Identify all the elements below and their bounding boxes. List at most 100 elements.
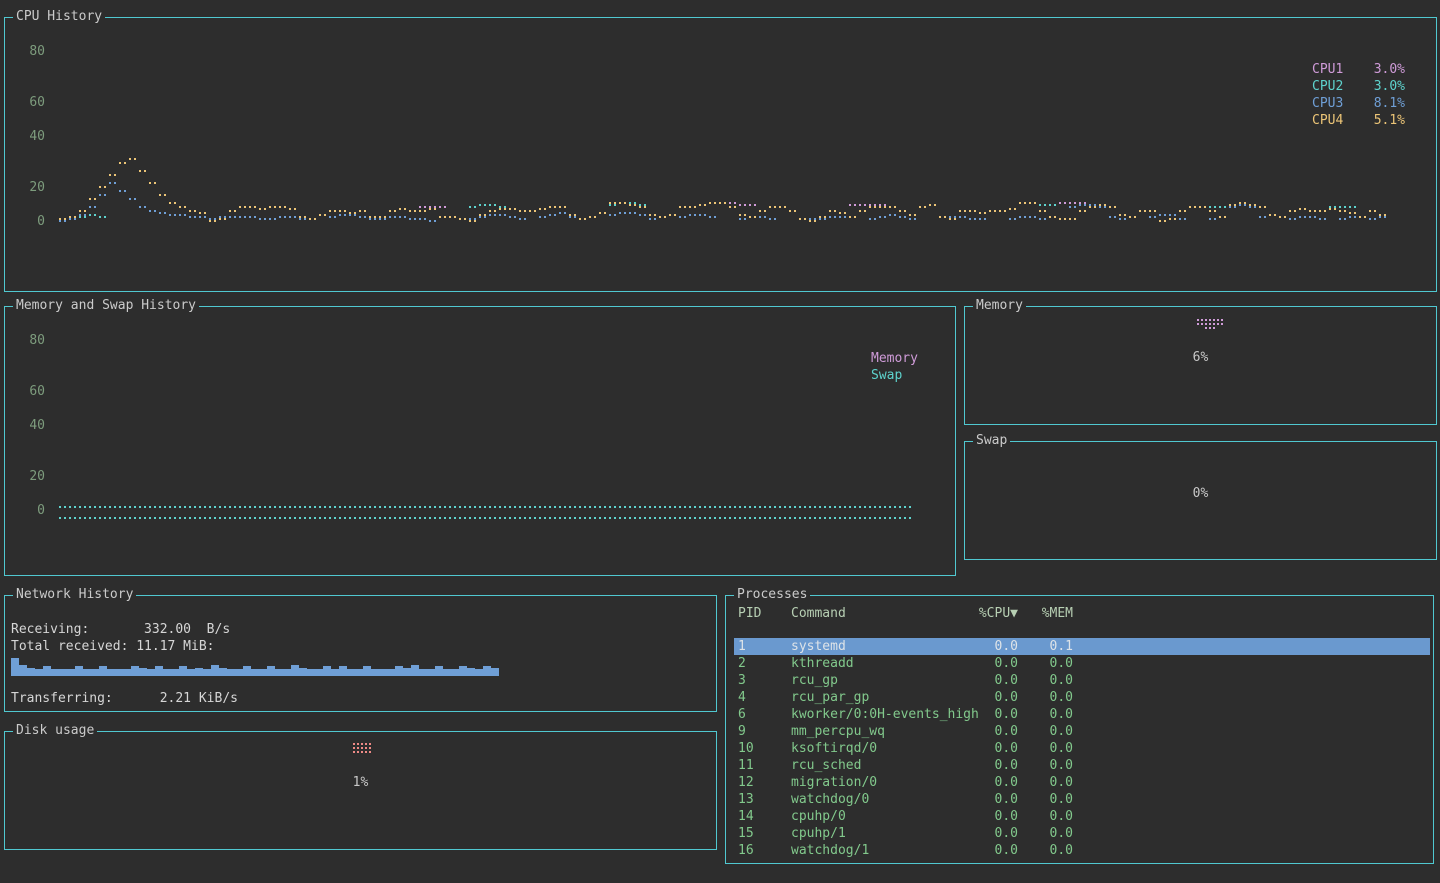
system-monitor-app: { "colors": { "background": "#2d2d2d", "… <box>0 0 1440 883</box>
network-bar <box>43 666 51 676</box>
network-bar <box>299 668 307 676</box>
network-bar <box>187 669 195 676</box>
network-bar <box>235 669 243 676</box>
process-cell: 0.0 <box>982 672 1073 689</box>
network-bar <box>11 658 19 676</box>
network-bar <box>339 666 347 676</box>
process-cell: ksoftirqd/0 <box>791 740 877 757</box>
network-bar <box>147 669 155 676</box>
network-bar <box>107 669 115 676</box>
memory-gauge-panel: Memory 6% <box>964 306 1437 425</box>
process-cell: rcu_gp <box>791 672 838 689</box>
swap-percent: 0% <box>965 486 1436 502</box>
process-cell: 13 <box>738 791 754 808</box>
network-bar <box>179 666 187 676</box>
process-row[interactable]: 9mm_percpu_wq0.00.0 <box>734 723 1430 740</box>
network-bar <box>283 669 291 676</box>
process-cell: 0.0 <box>982 723 1073 740</box>
network-bar <box>227 669 235 676</box>
network-bar <box>75 666 83 676</box>
network-transferring-text: Transferring: 2.21 KiB/s <box>11 691 238 707</box>
network-bar <box>19 665 27 676</box>
process-cell: 3 <box>738 672 746 689</box>
process-cell: 14 <box>738 808 754 825</box>
memory-percent: 6% <box>965 350 1436 366</box>
process-row[interactable]: 14cpuhp/00.00.0 <box>734 808 1430 825</box>
disk-usage-panel: Disk usage 1% <box>4 731 717 850</box>
network-bar <box>291 665 299 676</box>
network-bar <box>459 666 467 676</box>
process-cell: 0.0 <box>982 808 1073 825</box>
network-receiving-text: Receiving: 332.00 B/s <box>11 622 230 638</box>
network-bar <box>67 669 75 676</box>
memswap-legend-item: Swap <box>871 368 902 384</box>
process-cell: 12 <box>738 774 754 791</box>
network-history-panel: Network History Receiving: 332.00 B/s To… <box>4 595 717 712</box>
network-bar <box>35 669 43 676</box>
process-row[interactable]: 10ksoftirqd/00.00.0 <box>734 740 1430 757</box>
process-row-selected[interactable]: 1systemd0.00.1 <box>734 638 1430 655</box>
network-bar <box>59 669 67 676</box>
network-bar <box>403 668 411 676</box>
process-row[interactable]: 3rcu_gp0.00.0 <box>734 672 1430 689</box>
network-bar <box>435 666 443 676</box>
network-bar <box>307 669 315 676</box>
process-cell: mm_percpu_wq <box>791 723 885 740</box>
process-cell: 16 <box>738 842 754 859</box>
process-cell: 0.0 <box>982 655 1073 672</box>
process-cell: 0.0 <box>982 757 1073 774</box>
process-row[interactable]: 16watchdog/10.00.0 <box>734 842 1430 859</box>
process-cell: watchdog/0 <box>791 791 869 808</box>
process-cell: rcu_sched <box>791 757 861 774</box>
process-cell: 0.0 <box>982 842 1073 859</box>
network-bar <box>131 666 139 676</box>
network-bar <box>195 668 203 676</box>
network-bar <box>347 669 355 676</box>
process-cell: migration/0 <box>791 774 877 791</box>
network-bar <box>371 669 379 676</box>
cpu-legend-item: CPU23.0% <box>1312 79 1343 95</box>
process-cell: 4 <box>738 689 746 706</box>
process-row[interactable]: 6kworker/0:0H-events_high0.00.0 <box>734 706 1430 723</box>
processes-panel: Processes PID Command %CPU▼ %MEM 1system… <box>725 595 1434 864</box>
process-cell: 0.0 <box>982 706 1073 723</box>
swap-gauge-title: Swap <box>973 433 1010 449</box>
network-bar <box>267 666 275 676</box>
process-cell: 0.0 <box>982 791 1073 808</box>
process-cell: 2 <box>738 655 746 672</box>
network-bar <box>219 668 227 676</box>
process-row[interactable]: 15cpuhp/10.00.0 <box>734 825 1430 842</box>
process-row[interactable]: 4rcu_par_gp0.00.0 <box>734 689 1430 706</box>
network-bar <box>315 669 323 676</box>
network-bar <box>155 666 163 676</box>
network-bar <box>419 669 427 676</box>
process-row[interactable]: 2kthreadd0.00.0 <box>734 655 1430 672</box>
network-bar <box>163 669 171 676</box>
network-bar <box>99 666 107 676</box>
network-bar <box>355 669 363 676</box>
process-cell: 0.0 <box>982 740 1073 757</box>
network-bar <box>443 669 451 676</box>
process-row[interactable]: 13watchdog/00.00.0 <box>734 791 1430 808</box>
memswap-legend-item: Memory <box>871 351 918 367</box>
cpu-legend-item: CPU13.0% <box>1312 62 1343 78</box>
network-bar <box>123 669 131 676</box>
network-bar <box>427 669 435 676</box>
network-bar <box>395 666 403 676</box>
process-cell: 1 <box>738 638 746 655</box>
network-bar <box>259 669 267 676</box>
process-cell: 10 <box>738 740 754 757</box>
network-bar <box>379 669 387 676</box>
process-row[interactable]: 11rcu_sched0.00.0 <box>734 757 1430 774</box>
network-bar <box>387 669 395 676</box>
network-bar <box>243 666 251 676</box>
cpu-legend-item: CPU38.1% <box>1312 96 1343 112</box>
network-total-received-text: Total received: 11.17 MiB: <box>11 639 215 655</box>
process-row[interactable]: 12migration/00.00.0 <box>734 774 1430 791</box>
network-bar <box>483 666 491 676</box>
network-bar <box>275 669 283 676</box>
network-bar <box>171 669 179 676</box>
disk-percent: 1% <box>5 775 716 791</box>
process-cell: 6 <box>738 706 746 723</box>
process-cell: 11 <box>738 757 754 774</box>
